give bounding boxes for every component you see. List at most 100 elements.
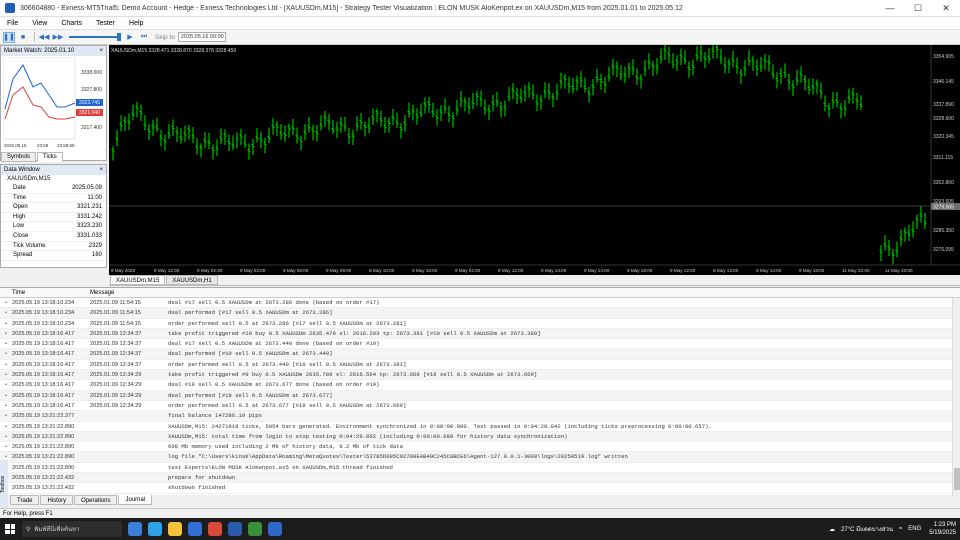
log-row[interactable]: • 2025.05.19 13:18:10.234 2025.01.09 11:54…	[0, 308, 960, 319]
log-row[interactable]: • 2025.05.19 13:18:16.417 2025.01.09 12:34…	[0, 370, 960, 381]
edge-icon[interactable]	[148, 522, 162, 536]
log-row[interactable]: • 2025.05.19 13:18:16.417 2025.01.09 12:34…	[0, 349, 960, 360]
scrollbar-thumb[interactable]	[954, 468, 960, 490]
clock-time: 1:23 PM	[933, 522, 956, 528]
close-icon[interactable]: ×	[99, 165, 106, 175]
log-row[interactable]: •2025.05.19 13:21:22.432shutdown finishe…	[0, 483, 960, 494]
menu-view[interactable]: View	[25, 20, 54, 27]
data-value: 3321.231	[76, 204, 102, 211]
log-info-icon: •	[5, 433, 7, 440]
log-row[interactable]: • 2025.05.19 13:21:22.377 final balance 14…	[0, 411, 960, 422]
tab-trade[interactable]: Trade	[10, 495, 40, 505]
chrome-icon[interactable]	[208, 522, 222, 536]
time-label: 9 May 18:00	[627, 268, 653, 273]
word-icon[interactable]	[228, 522, 242, 536]
tab-history[interactable]: History	[40, 495, 74, 505]
time-label: 9 May 09:00	[326, 268, 352, 273]
file-explorer-icon[interactable]	[168, 522, 182, 536]
log-row[interactable]: • 2025.05.19 13:18:16.417 2025.01.09 12:34…	[0, 360, 960, 371]
log-scrollbar[interactable]	[952, 298, 960, 496]
data-value: 3331.242	[76, 213, 102, 220]
slider-handle[interactable]	[117, 33, 121, 41]
log-info-icon: •	[5, 320, 7, 327]
step-icon[interactable]: ▶	[124, 32, 136, 43]
language-indicator[interactable]: ENG	[908, 526, 921, 532]
candlestick-chart[interactable]: XAUUSDm,M15 3328.471 3328.870 3328.378 3…	[109, 45, 960, 275]
skip-icon[interactable]: ⏭	[138, 32, 150, 43]
pause-icon[interactable]: ❚❚	[3, 31, 15, 43]
menu-file[interactable]: File	[0, 20, 25, 27]
log-info-icon: •	[5, 444, 7, 451]
tab-operations[interactable]: Operations	[74, 495, 118, 505]
log-source: 2025.01.09 12:34:37	[90, 361, 142, 368]
log-time: 2025.05.19 13:18:16.417	[12, 361, 75, 368]
log-row[interactable]: • 2025.05.19 13:21:22.890 XAUUSDm,M15: tot…	[0, 431, 960, 443]
stop-icon[interactable]: ■	[17, 32, 29, 43]
log-message: order performed sell 0.5 at 2673.440 [#1…	[168, 360, 407, 368]
log-info-icon: •	[5, 413, 7, 420]
log-row[interactable]: • 2025.05.19 13:18:16.417 2025.01.09 12:34…	[0, 390, 960, 401]
log-row[interactable]: • 2025.05.19 13:21:22.890 XAUUSDm,M15: 242…	[0, 422, 960, 432]
tab-chart-m15[interactable]: XAUUSDm,M15	[110, 275, 166, 285]
log-source: 2025.01.09 11:54:15	[90, 300, 141, 306]
window-title: 306604880 - Exness-MT5Trial5: Demo Accou…	[20, 4, 683, 12]
slower-icon[interactable]: ◀◀	[38, 32, 50, 43]
weather-text[interactable]: 27°C มีแดดบางส่วน	[841, 524, 893, 534]
log-row[interactable]: • 2025.05.19 13:21:22.890 log file "C:\Use…	[0, 452, 960, 463]
log-row[interactable]: • 2025.05.19 13:18:16.417 2025.01.09 12:34…	[0, 328, 960, 340]
log-row[interactable]: • 2025.05.19 13:18:16.417 2025.01.09 12:34…	[0, 339, 960, 350]
speed-slider[interactable]	[69, 33, 121, 41]
log-message: log file "C:\Users\kinak\AppData\Roaming…	[168, 453, 628, 461]
log-row[interactable]: • 2025.05.19 13:21:22.890 608 Mb memory us…	[0, 442, 960, 453]
clock[interactable]: 1:23 PM 5/19/2025	[929, 521, 956, 537]
store-icon[interactable]	[188, 522, 202, 536]
log-row[interactable]: • 2025.05.19 13:18:16.417 2025.01.09 12:34…	[0, 380, 960, 391]
price-axis: 3354.905 3346.145 3337.890 3328.600 3320…	[931, 54, 960, 253]
menu-tester[interactable]: Tester	[89, 20, 122, 27]
col-message-header[interactable]: Message	[90, 288, 114, 297]
menu-charts[interactable]: Charts	[54, 20, 89, 27]
network-icon[interactable]: ≈	[899, 526, 902, 532]
tab-chart-h1[interactable]: XAUUSDm,H1	[166, 275, 218, 285]
tab-journal[interactable]: Journal	[118, 495, 153, 505]
minimize-button[interactable]: —	[876, 0, 904, 17]
col-time-header[interactable]: Time	[0, 288, 90, 297]
time-label: 9 May 03:00	[240, 268, 266, 273]
time-label: 9 May 12:00	[670, 268, 696, 273]
menu-help[interactable]: Help	[122, 20, 150, 27]
strategy-tester-window: 306604880 - Exness-MT5Trial5: Demo Accou…	[0, 0, 960, 540]
taskbar-search[interactable]: ⚲ พิมพ์ที่นี่เพื่อค้นหา	[22, 521, 122, 537]
windows-icon	[5, 524, 15, 534]
log-source: 2025.01.09 11:54:15	[90, 320, 141, 327]
task-view-icon[interactable]	[128, 522, 142, 536]
skip-to-date-input[interactable]: 2025.05.16 00:00	[177, 32, 226, 42]
metatrader-icon[interactable]	[248, 522, 262, 536]
tab-ticks[interactable]: Ticks	[37, 152, 63, 162]
time-label: 9 May 13:00	[713, 268, 739, 273]
metatrader-active-icon[interactable]	[268, 522, 282, 536]
log-row[interactable]: • 2025.05.19 13:18:16.417 2025.01.09 12:34…	[0, 401, 960, 412]
weather-icon[interactable]: ☁	[829, 526, 835, 533]
log-time: 2025.05.19 13:18:10.234	[12, 300, 75, 306]
log-time: 2025.05.19 13:21:22.377	[12, 413, 75, 420]
price-chart[interactable]: XAUUSDm,M15 3328.471 3328.870 3328.378 3…	[109, 45, 960, 275]
maximize-button[interactable]: ☐	[904, 0, 932, 17]
log-row[interactable]: •2025.05.19 13:21:22.890test Experts\ELO…	[0, 463, 960, 474]
tab-symbols[interactable]: Symbols	[1, 152, 37, 162]
log-info-icon: •	[5, 423, 7, 430]
log-source: 2025.01.09 12:34:29	[90, 392, 142, 399]
menu-bar: File View Charts Tester Help	[0, 17, 960, 30]
mw-bid-tag: 3321.040	[79, 110, 100, 116]
market-watch-title: Market Watch: 2025.01.10	[4, 48, 75, 54]
data-row: Low 3323.230	[1, 222, 106, 232]
log-row[interactable]: • 2025.05.19 13:18:10.234 2025.01.09 11:54…	[0, 298, 960, 309]
close-icon[interactable]: ×	[99, 46, 106, 56]
log-info-icon: •	[5, 330, 7, 337]
close-button[interactable]: ✕	[932, 0, 960, 17]
log-row[interactable]: •2025.05.19 13:21:22.432prepare for shut…	[0, 473, 960, 484]
faster-icon[interactable]: ▶▶	[52, 32, 64, 43]
log-row[interactable]: • 2025.05.19 13:18:10.234 2025.01.09 11:54…	[0, 319, 960, 329]
toolbox-label[interactable]: Toolbox	[0, 460, 8, 508]
log-time: 2025.05.19 13:18:16.417	[12, 382, 75, 389]
start-button[interactable]	[0, 518, 20, 540]
